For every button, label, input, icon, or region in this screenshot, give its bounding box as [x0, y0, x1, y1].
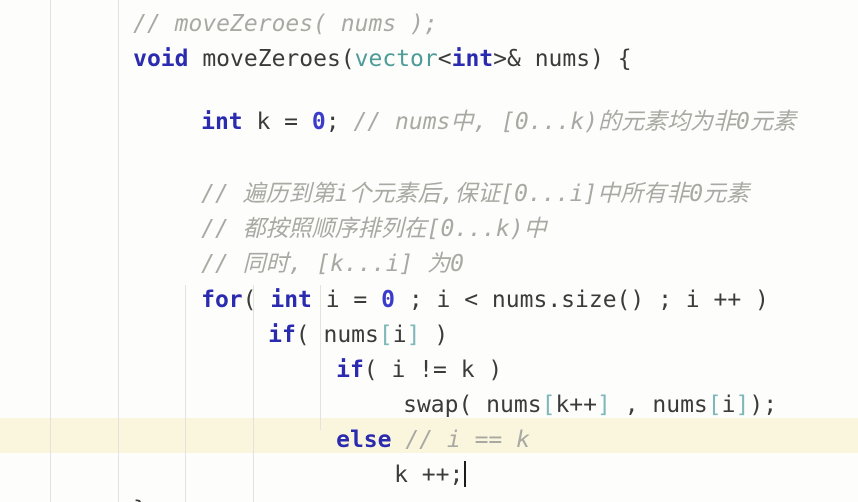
code-line-comment-3[interactable]: // 同时, [k...i] 为0: [0, 212, 858, 277]
code-line-swap[interactable]: swap( nums[k++] , nums[i]);: [0, 353, 858, 418]
type-vector: vector: [354, 46, 438, 72]
closing-brace: }: [133, 497, 147, 502]
signature-tail: & nums) {: [507, 46, 632, 72]
clipped-comment-text: // moveZeroes( nums );: [133, 11, 438, 37]
code-line-if-i-neq-k[interactable]: if( i != k ): [0, 318, 858, 383]
code-line-clipped-top: // moveZeroes( nums );: [0, 0, 858, 37]
keyword-int: int: [201, 109, 243, 135]
code-line-comment-2[interactable]: // 都按照顺序排列在[0...k)中: [0, 177, 858, 242]
code-line-k-increment[interactable]: k ++;: [0, 423, 858, 488]
code-editor[interactable]: // moveZeroes( nums ); void moveZeroes(v…: [0, 0, 858, 502]
angle-bracket-open: <: [437, 46, 452, 72]
angle-bracket-close: >: [493, 46, 508, 72]
variable-k-assign: k =: [242, 109, 312, 135]
comment-k-invariant: // nums中, [0...k)的元素均为非0元素: [353, 109, 796, 135]
number-zero: 0: [311, 109, 326, 135]
code-line-closing-brace[interactable]: }: [0, 458, 858, 502]
keyword-int-template: int: [451, 46, 494, 72]
function-name-movezeroes: moveZeroes(: [188, 46, 355, 72]
semicolon: ;: [325, 109, 354, 135]
code-line-for-loop[interactable]: for( int i = 0 ; i < nums.size() ; i ++ …: [0, 248, 858, 313]
code-line-else[interactable]: else // i == k: [0, 388, 858, 453]
code-line-comment-1[interactable]: // 遍历到第i个元素后,保证[0...i]中所有非0元素: [0, 142, 858, 207]
code-line-if-nums-i[interactable]: if( nums[i] ): [0, 283, 858, 348]
keyword-void: void: [133, 46, 189, 72]
code-line-declare-k[interactable]: int k = 0; // nums中, [0...k)的元素均为非0元素: [0, 70, 858, 135]
